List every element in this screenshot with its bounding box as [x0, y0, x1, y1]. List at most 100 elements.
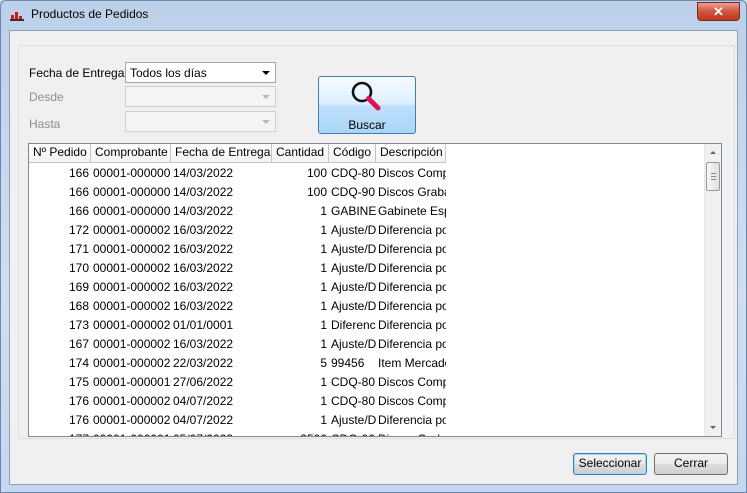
- cell-cantidad: 1: [320, 242, 327, 256]
- table-row[interactable]: 17700001-000001405/07/20222500CDQ-90Disc…: [29, 430, 446, 436]
- hasta-date-picker[interactable]: [125, 111, 276, 132]
- cell-comprobante: 00001-0000021: [93, 223, 171, 237]
- cell-pedido: 169: [68, 280, 89, 294]
- cell-fecha: 05/07/2022: [171, 430, 272, 436]
- cell-codigo: CDQ-90: [331, 185, 376, 199]
- table-row[interactable]: 170 00001-0000021 16/03/2022 1 Ajuste/D Difer…: [29, 259, 446, 278]
- table-row[interactable]: 174 00001-0000022 22/03/2022 5 99456 Item Mer…: [29, 354, 446, 373]
- cell-descripcion: Diferencia po: [378, 318, 446, 332]
- table-row[interactable]: 176 00001-0000022 04/07/2022 1 Ajuste/D Difer…: [29, 411, 446, 430]
- search-button-label: Buscar: [348, 118, 386, 132]
- table-row[interactable]: 173 00001-0000022 01/01/0001 1 Diferenc Difer…: [29, 316, 446, 335]
- col-header-comprobante[interactable]: Comprobante: [91, 144, 171, 163]
- products-window: Productos de Pedidos ✕ Fecha de Entrega …: [0, 0, 747, 493]
- cell-codigo: 99456: [331, 356, 365, 370]
- col-header-cantidad[interactable]: Cantidad: [272, 144, 329, 163]
- cell-pedido: 176: [68, 413, 89, 427]
- fecha-entrega-value: Todos los días: [130, 66, 207, 80]
- cell-descripcion: Diferencia po: [378, 261, 446, 275]
- title-bar[interactable]: Productos de Pedidos ✕: [1, 1, 746, 29]
- col-header-descripcion[interactable]: Descripción: [376, 144, 446, 163]
- cell-codigo: Ajuste/D: [331, 413, 376, 427]
- cell-descripcion: Discos Comp: [378, 166, 446, 180]
- cell-codigo: CDQ-80: [331, 375, 376, 389]
- cell-fecha: 04/07/2022: [173, 413, 234, 427]
- cell-comprobante: 00001-0000022: [93, 413, 171, 427]
- fecha-entrega-select[interactable]: Todos los días: [125, 62, 276, 83]
- cell-descripcion: Diferencia po: [378, 242, 446, 256]
- table-row[interactable]: 168 00001-0000021 16/03/2022 1 Ajuste/D Difer…: [29, 297, 446, 316]
- chevron-down-icon: [262, 71, 270, 75]
- cell-descripcion: Gabinete Esp: [378, 204, 446, 218]
- cell-comprobante: 00001-0000010: [93, 375, 171, 389]
- cell-comprobante: 00001-0000022: [93, 356, 171, 370]
- cell-pedido: 166: [68, 204, 89, 218]
- cell-fecha: 14/03/2022: [173, 166, 234, 180]
- cell-pedido: 173: [68, 318, 89, 332]
- cell-cantidad: 5: [320, 356, 327, 370]
- cell-pedido: 172: [68, 223, 89, 237]
- cell-descripcion: Diferencia po: [378, 280, 446, 294]
- table-row[interactable]: 176 00001-0000022 04/07/2022 1 CDQ-80 Discos …: [29, 392, 446, 411]
- cell-cantidad: 1: [320, 318, 327, 332]
- cell-pedido: 166: [68, 185, 89, 199]
- cell-comprobante: 00001-0000021: [93, 280, 171, 294]
- cell-pedido: 166: [68, 166, 89, 180]
- cell-comprobante: 00001-0000021: [93, 337, 171, 351]
- cell-fecha: 14/03/2022: [173, 185, 234, 199]
- vertical-scrollbar[interactable]: [704, 144, 721, 436]
- scroll-thumb[interactable]: [706, 162, 720, 191]
- select-button[interactable]: Seleccionar: [573, 453, 647, 475]
- cell-codigo: CDQ-90: [329, 430, 376, 436]
- table-row[interactable]: 169 00001-0000021 16/03/2022 1 Ajuste/D Difer…: [29, 278, 446, 297]
- desde-date-picker[interactable]: [125, 86, 276, 107]
- cell-pedido: 177: [29, 430, 91, 436]
- table-row[interactable]: 167 00001-0000021 16/03/2022 1 Ajuste/D Difer…: [29, 335, 446, 354]
- cell-fecha: 16/03/2022: [173, 299, 234, 313]
- desde-label: Desde: [29, 90, 64, 104]
- cell-cantidad: 1: [320, 223, 327, 237]
- cell-descripcion: Item Mercado: [378, 356, 446, 370]
- close-button[interactable]: Cerrar: [654, 453, 728, 475]
- products-grid[interactable]: Nº Pedido Comprobante Fecha de Entrega C…: [28, 143, 722, 437]
- magnifier-icon: [351, 81, 381, 111]
- scroll-up-icon[interactable]: [705, 144, 721, 161]
- cell-descripcion: Discos Graba: [376, 430, 446, 436]
- chevron-down-icon: [262, 120, 270, 124]
- cell-fecha: 16/03/2022: [173, 337, 234, 351]
- cell-descripcion: Diferencia po: [378, 337, 446, 351]
- cell-comprobante: 00001-0000022: [93, 318, 171, 332]
- window-close-button[interactable]: ✕: [697, 2, 740, 21]
- app-chart-icon: [10, 9, 24, 21]
- cell-codigo: CDQ-80: [331, 166, 376, 180]
- table-row[interactable]: 171 00001-0000021 16/03/2022 1 Ajuste/D Difer…: [29, 240, 446, 259]
- col-header-fecha-entrega[interactable]: Fecha de Entrega: [171, 144, 272, 163]
- client-area: Fecha de Entrega Todos los días Desde Ha…: [9, 30, 738, 485]
- cell-pedido: 171: [68, 242, 89, 256]
- table-row[interactable]: 166 00001-0000009 14/03/2022 100 CDQ-90 Disco…: [29, 183, 446, 202]
- cell-cantidad: 2500: [272, 430, 329, 436]
- scroll-down-icon[interactable]: [705, 419, 721, 436]
- cell-fecha: 16/03/2022: [173, 242, 234, 256]
- cell-fecha: 16/03/2022: [173, 223, 234, 237]
- grid-header: Nº Pedido Comprobante Fecha de Entrega C…: [29, 144, 446, 164]
- table-row[interactable]: 172 00001-0000021 16/03/2022 1 Ajuste/D Difer…: [29, 221, 446, 240]
- table-row[interactable]: 175 00001-0000010 27/06/2022 1 CDQ-80 Discos …: [29, 373, 446, 392]
- table-row[interactable]: 166 00001-0000009 14/03/2022 1 GABINE Gabinet…: [29, 202, 446, 221]
- search-button[interactable]: Buscar: [318, 76, 416, 134]
- cell-fecha: 04/07/2022: [173, 394, 234, 408]
- cell-cantidad: 100: [306, 166, 327, 180]
- cell-pedido: 168: [68, 299, 89, 313]
- col-header-pedido[interactable]: Nº Pedido: [29, 144, 91, 163]
- cell-comprobante: 00001-0000021: [93, 299, 171, 313]
- window-title: Productos de Pedidos: [31, 7, 149, 21]
- cell-descripcion: Discos Comp: [378, 375, 446, 389]
- table-row[interactable]: 166 00001-0000009 14/03/2022 100 CDQ-80 Disco…: [29, 164, 446, 183]
- cell-pedido: 174: [68, 356, 89, 370]
- cell-comprobante: 00001-0000009: [93, 204, 171, 218]
- chevron-down-icon: [262, 95, 270, 99]
- cell-cantidad: 1: [320, 204, 327, 218]
- col-header-codigo[interactable]: Código: [329, 144, 376, 163]
- cell-fecha: 14/03/2022: [173, 204, 234, 218]
- cell-pedido: 176: [68, 394, 89, 408]
